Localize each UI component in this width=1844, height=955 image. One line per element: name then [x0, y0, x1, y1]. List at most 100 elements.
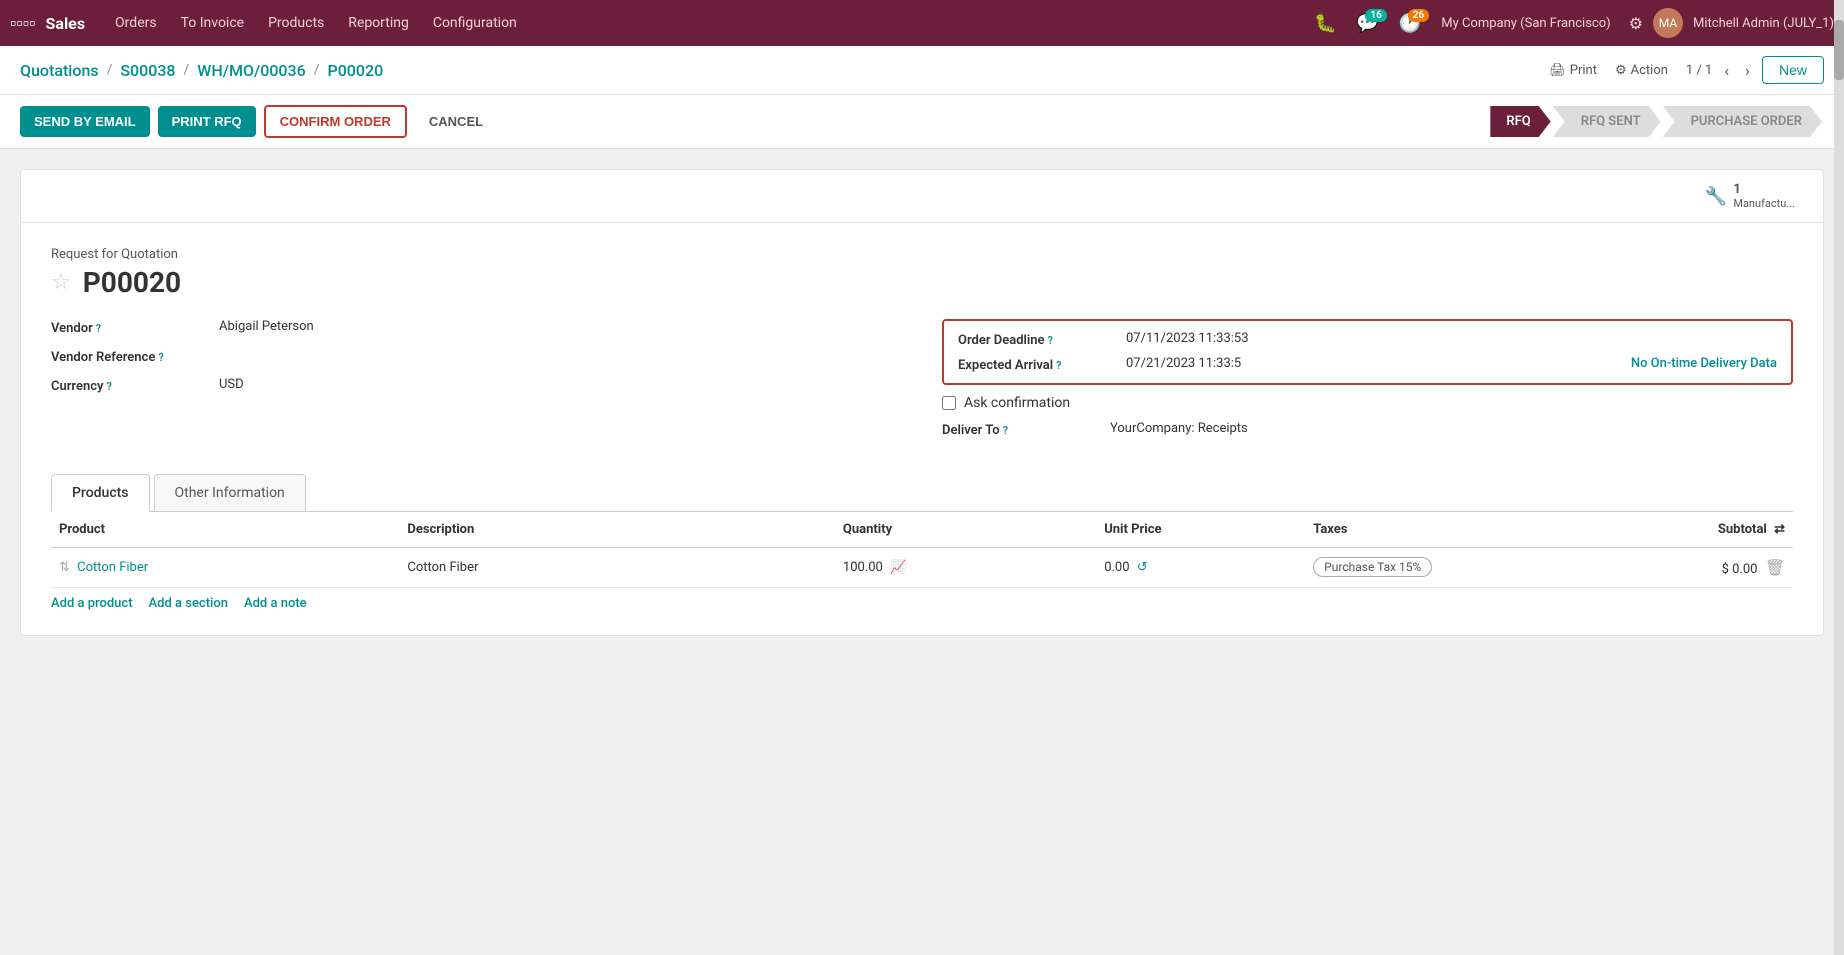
no-delivery-label: No On-time Delivery Data [1631, 356, 1777, 371]
vendor-ref-help-icon[interactable]: ? [158, 351, 163, 364]
products-table: Product Description Quantity Unit Price … [51, 512, 1793, 588]
user-name: Mitchell Admin (JULY_1) [1693, 16, 1834, 31]
col-description: Description [399, 512, 835, 548]
manufacture-count: 1 [1733, 182, 1795, 197]
product-name[interactable]: Cotton Fiber [77, 560, 148, 575]
company-name: My Company (San Francisco) [1441, 16, 1610, 31]
pipeline-purchase-order[interactable]: PURCHASE ORDER [1663, 106, 1822, 137]
breadcrumb-quotations[interactable]: Quotations [20, 61, 99, 80]
scrollbar-thumb[interactable] [1834, 20, 1844, 80]
gear-icon: ⚙ [1615, 63, 1627, 78]
title-row: ☆ P00020 [51, 266, 1793, 299]
row-description[interactable]: Cotton Fiber [399, 548, 835, 588]
new-button[interactable]: New [1762, 56, 1824, 84]
row-unit-price: 0.00 ↺ [1096, 548, 1305, 588]
currency-field-row: Currency ? USD [51, 377, 902, 394]
print-button[interactable]: 🖨 Print [1549, 63, 1597, 78]
form-subtitle: Request for Quotation [51, 247, 1793, 262]
row-quantity: 100.00 📈 [835, 548, 1096, 588]
table-row: ⇅ Cotton Fiber Cotton Fiber 100.00 📈 0.0… [51, 548, 1793, 588]
reset-price-icon[interactable]: ↺ [1137, 560, 1148, 575]
tabs-header: Products Other Information [51, 474, 1793, 512]
breadcrumb-whmo[interactable]: WH/MO/00036 [197, 61, 305, 80]
vendor-help-icon[interactable]: ? [96, 322, 101, 335]
messages-badge: 16 [1365, 9, 1386, 22]
delete-row-icon[interactable]: 🗑 [1765, 558, 1785, 577]
col-unit-price: Unit Price [1096, 512, 1305, 548]
ask-confirmation-label: Ask confirmation [964, 395, 1070, 411]
vendor-value[interactable]: Abigail Peterson [219, 319, 902, 334]
col-product: Product [51, 512, 399, 548]
brand-label: Sales [46, 14, 86, 33]
deliver-to-value[interactable]: YourCompany: Receipts [1110, 421, 1793, 436]
form-right: Order Deadline ? 07/11/2023 11:33:53 Exp… [942, 319, 1793, 450]
add-note-link[interactable]: Add a note [244, 596, 307, 611]
breadcrumb-bar: Quotations / S00038 / WH/MO/00036 / P000… [0, 46, 1844, 95]
action-button[interactable]: ⚙ Action [1615, 63, 1668, 78]
quantity-chart-icon[interactable]: 📈 [890, 560, 906, 575]
tabs-container: Products Other Information Product Descr… [51, 474, 1793, 611]
deliver-to-row: Deliver To ? YourCompany: Receipts [942, 421, 1793, 438]
vendor-ref-field-row: Vendor Reference ? [51, 348, 902, 365]
debug-icon[interactable]: 🐛 [1306, 9, 1344, 38]
printer-icon: 🖨 [1549, 63, 1566, 78]
next-arrow[interactable]: › [1741, 61, 1754, 80]
order-deadline-value[interactable]: 07/11/2023 11:33:53 [1126, 331, 1777, 346]
activity-icon[interactable]: 🕐 26 [1391, 9, 1429, 38]
grid-icon[interactable]: ▫▫▫▫ [10, 13, 36, 34]
pipeline-rfq-sent[interactable]: RFQ SENT [1553, 106, 1661, 137]
vendor-ref-label: Vendor Reference ? [51, 348, 211, 365]
currency-help-icon[interactable]: ? [106, 380, 111, 393]
vendor-label: Vendor ? [51, 319, 211, 336]
pagination-label: 1 / 1 [1686, 63, 1712, 78]
tax-tag[interactable]: Purchase Tax 15% [1313, 557, 1432, 577]
tab-other-information[interactable]: Other Information [154, 474, 306, 511]
add-section-link[interactable]: Add a section [149, 596, 228, 611]
col-taxes: Taxes [1305, 512, 1619, 548]
ask-confirmation-checkbox[interactable] [942, 396, 956, 410]
subtotal-settings-icon[interactable]: ⇄ [1774, 522, 1785, 537]
expected-arrival-help-icon[interactable]: ? [1056, 359, 1061, 372]
settings-icon[interactable]: ⚙ [1629, 14, 1643, 33]
add-product-link[interactable]: Add a product [51, 596, 133, 611]
document-id: P00020 [83, 266, 181, 299]
wrench-icon: 🔧 [1705, 186, 1727, 207]
breadcrumb-sep-1: / [107, 62, 113, 78]
col-quantity: Quantity [835, 512, 1096, 548]
prev-arrow[interactable]: ‹ [1720, 61, 1733, 80]
tab-products[interactable]: Products [51, 474, 150, 512]
nav-configuration[interactable]: Configuration [423, 9, 527, 37]
col-subtotal: Subtotal ⇄ [1619, 512, 1793, 548]
action-bar: SEND BY EMAIL PRINT RFQ CONFIRM ORDER CA… [0, 95, 1844, 149]
confirm-order-button[interactable]: CONFIRM ORDER [264, 105, 407, 138]
pipeline-rfq[interactable]: RFQ [1490, 106, 1550, 137]
order-deadline-row: Order Deadline ? 07/11/2023 11:33:53 [958, 331, 1777, 348]
deliver-to-help-icon[interactable]: ? [1003, 424, 1008, 437]
currency-label: Currency ? [51, 377, 211, 394]
form-body: Vendor ? Abigail Peterson Vendor Referen… [51, 319, 1793, 450]
manufacture-smart-button[interactable]: 🔧 1 Manufactu... [1697, 178, 1803, 214]
scrollbar[interactable] [1834, 0, 1844, 955]
order-deadline-help-icon[interactable]: ? [1048, 334, 1053, 347]
order-deadline-label: Order Deadline ? [958, 331, 1118, 348]
expected-arrival-row: Expected Arrival ? 07/21/2023 11:33:5 No… [958, 356, 1777, 373]
row-subtotal: $ 0.00 🗑 [1619, 548, 1793, 588]
nav-products[interactable]: Products [258, 9, 334, 37]
manufacture-label: Manufactu... [1733, 197, 1795, 210]
row-taxes: Purchase Tax 15% [1305, 548, 1619, 588]
cancel-button[interactable]: CANCEL [415, 106, 497, 137]
breadcrumb-s00038[interactable]: S00038 [120, 61, 175, 80]
print-rfq-button[interactable]: PRINT RFQ [158, 106, 256, 137]
nav-reporting[interactable]: Reporting [338, 9, 419, 37]
breadcrumb-sep-2: / [184, 62, 190, 78]
add-links: Add a product Add a section Add a note [51, 596, 1793, 611]
send-by-email-button[interactable]: SEND BY EMAIL [20, 106, 150, 137]
currency-value[interactable]: USD [219, 377, 902, 392]
nav-to-invoice[interactable]: To Invoice [171, 9, 255, 37]
nav-orders[interactable]: Orders [105, 9, 167, 37]
sort-handle[interactable]: ⇅ [59, 560, 70, 575]
messages-icon[interactable]: 💬 16 [1348, 9, 1386, 38]
favorite-star[interactable]: ☆ [51, 270, 71, 295]
expected-arrival-value[interactable]: 07/21/2023 11:33:5 [1126, 356, 1621, 371]
smart-button-bar: 🔧 1 Manufactu... [20, 169, 1824, 222]
